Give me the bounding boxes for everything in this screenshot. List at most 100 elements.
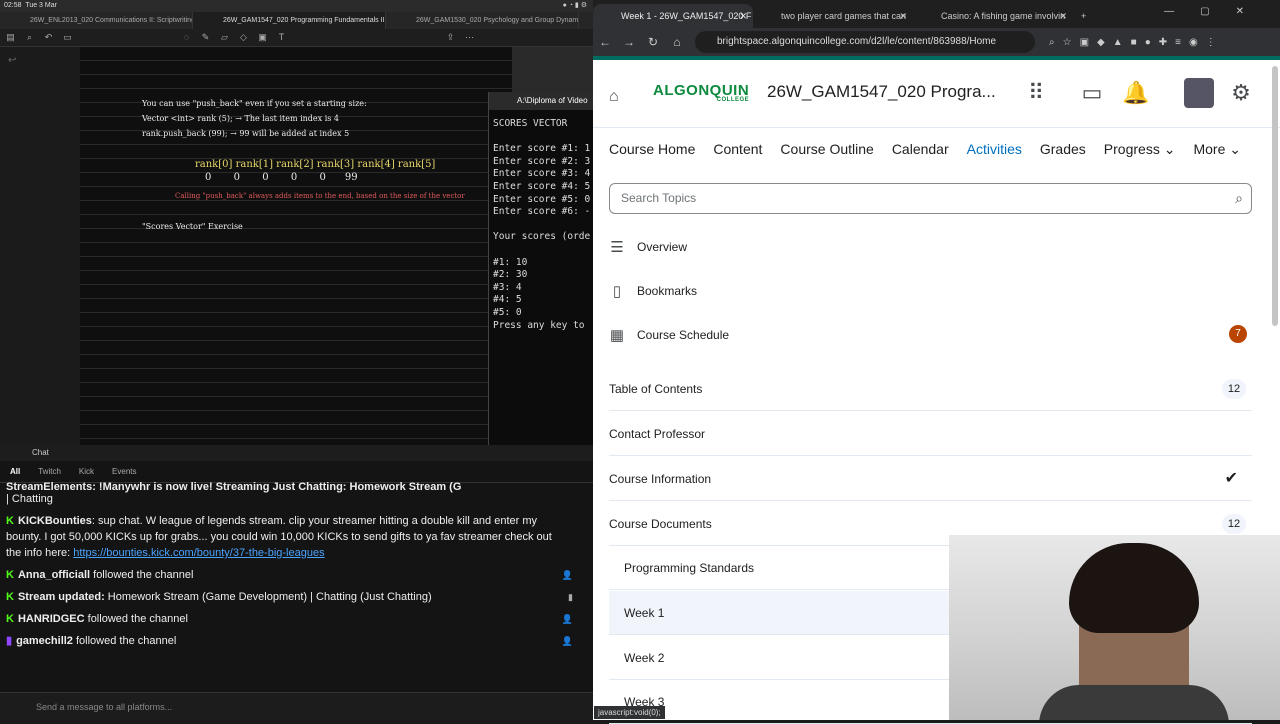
undo-icon[interactable]: ↶ <box>44 33 53 42</box>
page-icon[interactable]: ▭ <box>63 33 72 42</box>
tab-label: two player card games that can <box>781 11 907 21</box>
chat-username[interactable]: Anna_officiall <box>18 569 90 581</box>
home-icon[interactable]: ⌂ <box>609 88 619 106</box>
overview-link[interactable]: ☰ Overview <box>609 238 687 256</box>
reload-icon[interactable]: ↻ <box>641 35 665 49</box>
nav-label: More <box>1193 140 1226 157</box>
new-tab-button[interactable]: + <box>1073 4 1103 28</box>
close-icon[interactable]: ✕ <box>1059 4 1067 28</box>
close-icon[interactable]: ✕ <box>739 4 747 28</box>
home-icon[interactable]: ⌂ <box>665 35 689 49</box>
notes-tab-communications[interactable]: 26W_ENL2013_020 Communications II: Scrip… <box>0 12 193 29</box>
nav-course-outline[interactable]: Course Outline <box>780 141 873 157</box>
bell-icon[interactable]: 🔔 <box>1121 78 1151 108</box>
console-window[interactable]: A:\Diploma of Video SCORES VECTOR Enter … <box>488 92 593 445</box>
close-icon[interactable]: ✕ <box>899 4 907 28</box>
status-icons: ● ◔ ▮ ⚙ <box>562 2 587 9</box>
page-scrollbar[interactable] <box>1272 66 1278 326</box>
image-icon[interactable]: ▣ <box>258 33 267 42</box>
college-logo[interactable]: ALGONQUIN COLLEGE <box>653 82 749 103</box>
calendar-icon: ▦ <box>609 327 625 344</box>
toc-label: Programming Standards <box>624 561 755 575</box>
back-arrow-icon[interactable]: ↩ <box>8 55 16 66</box>
chat-tab-kick[interactable]: Kick <box>79 467 94 476</box>
bookmarks-label: Bookmarks <box>637 284 698 298</box>
chat-text: followed the channel <box>84 613 188 625</box>
sidebar-icon[interactable]: ▤ <box>6 33 15 42</box>
chat-header: Chat <box>0 445 593 461</box>
course-schedule-link[interactable]: ▦ Course Schedule <box>609 326 1252 344</box>
search-placeholder: Search Topics <box>621 191 697 205</box>
toc-table-of-contents[interactable]: Table of Contents 12 <box>609 367 1252 411</box>
bookmark-star-icon[interactable]: ☆ <box>1063 37 1072 48</box>
search-icon[interactable]: ⌕ <box>1235 184 1243 213</box>
search-icon[interactable]: ⌕ <box>25 33 34 42</box>
course-title[interactable]: 26W_GAM1547_020 Progra... <box>767 82 996 102</box>
course-navbar: Course Home Content Course Outline Calen… <box>593 129 1280 169</box>
lasso-icon[interactable]: ◌ <box>182 33 191 42</box>
chat-tab-all[interactable]: All <box>10 467 20 476</box>
chat-message: K KICKBounties: sup chat. W league of leg… <box>6 513 587 561</box>
profile-icon[interactable]: ◉ <box>1189 37 1198 48</box>
notes-sidebar: ↩ <box>0 47 80 445</box>
window-controls[interactable]: —▢✕ <box>1164 6 1270 17</box>
eraser-icon[interactable]: ▱ <box>220 33 229 42</box>
chat-message: K Anna_officiall followed the channel 👤 <box>6 567 587 583</box>
chat-tab-events[interactable]: Events <box>112 467 136 476</box>
toc-course-information[interactable]: Course Information ✔ <box>609 457 1252 501</box>
nav-more[interactable]: More ⌄ <box>1193 141 1241 158</box>
notes-tab-psychology[interactable]: 26W_GAM1530_020 Psychology and Group Dyn… <box>386 12 579 29</box>
grid-icon[interactable]: ⠿ <box>1021 78 1051 108</box>
chat-tab-twitch[interactable]: Twitch <box>38 467 61 476</box>
toc-label: Week 2 <box>624 651 665 665</box>
notes-tab-programming[interactable]: 26W_GAM1547_020 Programming Fundamentals… <box>193 12 386 29</box>
chat-username[interactable]: KICKBounties <box>18 515 92 527</box>
gear-icon[interactable]: ⚙ <box>1226 78 1256 108</box>
forward-icon[interactable]: → <box>617 35 641 49</box>
console-title: A:\Diploma of Video <box>489 92 593 110</box>
chevron-down-icon: ⌄ <box>1229 140 1241 157</box>
back-icon[interactable]: ← <box>593 35 617 49</box>
zoom-icon[interactable]: ⌕ <box>1049 37 1055 48</box>
nav-calendar[interactable]: Calendar <box>892 141 949 157</box>
more-icon[interactable]: ⋯ <box>465 33 474 42</box>
nav-progress[interactable]: Progress ⌄ <box>1104 141 1176 158</box>
messages-icon[interactable]: ▭ <box>1077 78 1107 108</box>
chat-messages: StreamElements: !Manywhr is now live! St… <box>0 481 593 657</box>
note-line-2: Vector <int> rank (5); → The last item i… <box>142 114 339 123</box>
pen-icon[interactable]: ✎ <box>201 33 210 42</box>
chat-username[interactable]: gamechill2 <box>16 635 73 647</box>
share-icon[interactable]: ⇪ <box>446 33 455 42</box>
media-icon[interactable]: ≡ <box>1175 37 1181 48</box>
extension-icon[interactable]: ◆ <box>1097 37 1105 48</box>
nav-grades[interactable]: Grades <box>1040 141 1086 157</box>
puzzle-icon[interactable]: ✚ <box>1159 37 1167 48</box>
browser-tab-week1[interactable]: Week 1 - 26W_GAM1547_020 F ✕ <box>593 4 753 28</box>
nav-course-home[interactable]: Course Home <box>609 141 695 157</box>
chat-input[interactable]: Send a message to all platforms... <box>0 692 593 720</box>
extension-icon[interactable]: ▣ <box>1080 37 1089 48</box>
toc-label: Course Information <box>609 472 712 486</box>
notes-page[interactable]: You can use "push_back" even if you set … <box>80 47 512 445</box>
text-icon[interactable]: T <box>277 33 286 42</box>
extension-icon[interactable]: ● <box>1145 37 1151 48</box>
extension-icon[interactable]: ▲ <box>1113 37 1123 48</box>
search-topics-input[interactable]: Search Topics ⌕ <box>609 183 1252 214</box>
bounty-link[interactable]: https://bounties.kick.com/bounty/37-the-… <box>73 547 324 559</box>
address-bar[interactable]: brightspace.algonquincollege.com/d2l/le/… <box>695 31 1035 53</box>
note-exercise: "Scores Vector" Exercise <box>142 222 243 231</box>
menu-icon[interactable]: ⋮ <box>1206 37 1216 48</box>
toc-count: 12 <box>1222 514 1246 534</box>
nav-content[interactable]: Content <box>713 141 762 157</box>
nav-activities[interactable]: Activities <box>967 141 1022 157</box>
extension-icon[interactable]: ■ <box>1131 37 1137 48</box>
extension-icons: ⌕ ☆ ▣ ◆ ▲ ■ ● ✚ ≡ ◉ ⋮ <box>1049 37 1216 48</box>
bookmarks-link[interactable]: ▯ Bookmarks <box>609 282 697 300</box>
toc-contact-professor[interactable]: Contact Professor <box>609 412 1252 456</box>
browser-tab-casino[interactable]: Casino: A fishing game involvin ✕ <box>913 4 1073 28</box>
shapes-icon[interactable]: ◇ <box>239 33 248 42</box>
avatar[interactable] <box>1184 78 1214 108</box>
chat-username[interactable]: HANRIDGEC <box>18 613 85 625</box>
browser-tab-card-games[interactable]: two player card games that can ✕ <box>753 4 913 28</box>
toc-label: Table of Contents <box>609 382 703 396</box>
